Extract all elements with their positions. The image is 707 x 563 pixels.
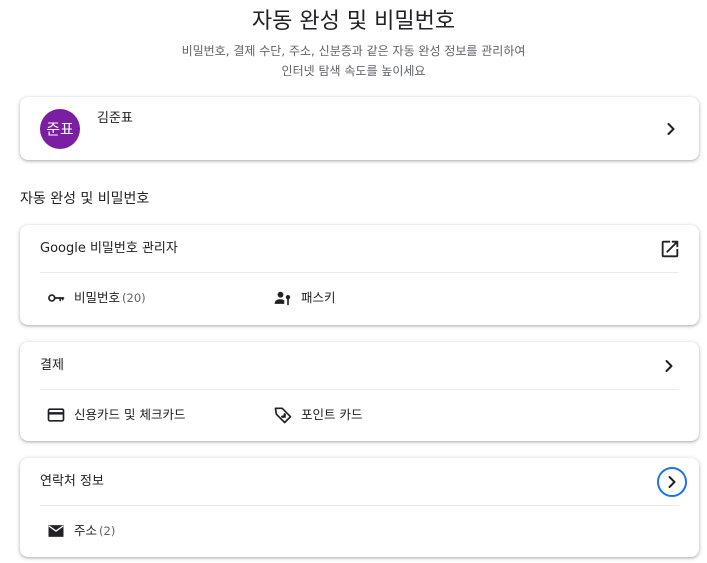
credit-card-icon (47, 408, 65, 422)
contact-info-label: 연락처 정보 (40, 474, 104, 489)
payment-items: 신용카드 및 체크카드 포인트 카드 (20, 390, 699, 442)
open-in-new-icon (661, 240, 679, 258)
chevron-right-icon (668, 476, 676, 488)
page-title: 자동 완성 및 비밀번호 (251, 9, 456, 34)
chevron-right-icon (667, 123, 675, 135)
contact-items: 주소 (2) (20, 506, 699, 558)
passwords-item[interactable]: 비밀번호 (20) (46, 287, 146, 309)
contact-info-card: 연락처 정보 주소 (2) (20, 458, 699, 557)
key-icon (48, 294, 65, 302)
mail-icon (48, 525, 64, 537)
passkeys-item[interactable]: 패스키 (273, 287, 336, 309)
password-manager-label: Google 비밀번호 관리자 (40, 241, 178, 256)
password-manager-card: Google 비밀번호 관리자 비밀번호 (20) 패스키 (20, 225, 699, 325)
passkey-icon (274, 291, 291, 306)
passkeys-label: 패스키 (301, 290, 336, 305)
credit-cards-item[interactable]: 신용카드 및 체크카드 (46, 404, 185, 426)
addresses-item[interactable]: 주소 (2) (46, 520, 115, 542)
password-manager-items: 비밀번호 (20) 패스키 (20, 273, 699, 325)
credit-cards-label: 신용카드 및 체크카드 (74, 407, 186, 422)
avatar: 준표 (40, 109, 80, 149)
contact-info-chevron-button[interactable] (657, 467, 687, 497)
passwords-count: (20) (122, 291, 146, 305)
section-title: 자동 완성 및 비밀번호 (20, 191, 150, 207)
profile-name: 김준표 (97, 111, 133, 126)
password-manager-row[interactable]: Google 비밀번호 관리자 (20, 225, 699, 273)
loyalty-cards-label: 포인트 카드 (301, 407, 363, 422)
chevron-right-icon (665, 360, 673, 372)
profile-card[interactable]: 준표 김준표 (20, 97, 699, 160)
page-subtitle: 비밀번호, 결제 수단, 주소, 신분증과 같은 자동 완성 정보를 관리하여 … (0, 41, 707, 81)
loyalty-cards-item[interactable]: 포인트 카드 (273, 404, 362, 426)
autofill-passwords-page: 자동 완성 및 비밀번호 비밀번호, 결제 수단, 주소, 신분증과 같은 자동… (0, 0, 707, 563)
addresses-label: 주소 (74, 523, 98, 538)
loyalty-tag-icon (274, 407, 292, 424)
page-subtitle-line-1: 비밀번호, 결제 수단, 주소, 신분증과 같은 자동 완성 정보를 관리하여 (181, 44, 526, 58)
payment-card: 결제 신용카드 및 체크카드 포인트 카드 (20, 342, 699, 441)
payment-label: 결제 (40, 358, 64, 373)
addresses-count: (2) (99, 524, 116, 538)
contact-info-row[interactable]: 연락처 정보 (20, 458, 699, 506)
payment-row[interactable]: 결제 (20, 342, 699, 390)
page-subtitle-line-2: 인터넷 탐색 속도를 높이세요 (281, 64, 426, 78)
passwords-label: 비밀번호 (74, 290, 121, 305)
